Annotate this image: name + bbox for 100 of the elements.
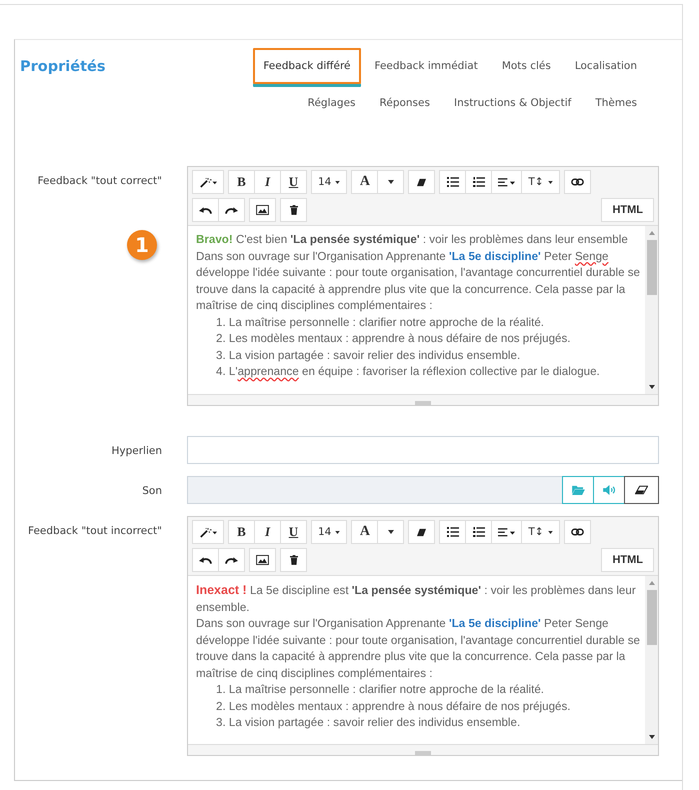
clear-format-button[interactable] [408, 520, 436, 544]
caret-icon [548, 180, 553, 184]
underline-button[interactable]: U [280, 520, 307, 544]
numbered-list-icon [472, 177, 485, 187]
caret-icon [548, 530, 553, 534]
editor-paragraph: Bravo! C'est bien 'La pensée systémique' : voir les problèmes dans leur ensemble [196, 232, 629, 248]
caret-icon [388, 180, 394, 184]
delete-button[interactable] [280, 198, 307, 222]
wand-icon [199, 526, 217, 538]
field-label: Hyperlien [110, 444, 162, 459]
list-item: 3. La vision partagée : savoir relier des individus ensemble. [215, 348, 522, 364]
editor-paragraph: Inexact ! La 5e discipline est 'La pensée systémique' : voir les problèmes dans leur ensemble. [196, 582, 637, 616]
scrollbar[interactable] [645, 226, 658, 394]
numbered-list-button[interactable] [465, 170, 492, 194]
link-icon [570, 178, 584, 186]
rich-text-editor[interactable] [187, 516, 659, 756]
resize-handle[interactable] [188, 394, 658, 405]
caret-icon [335, 180, 340, 184]
speaker-icon [602, 485, 616, 495]
undo-icon [199, 206, 212, 214]
color-menu-button[interactable] [377, 170, 404, 194]
style-button[interactable] [192, 170, 224, 194]
font-color-button[interactable]: A [351, 520, 378, 544]
align-button[interactable] [491, 520, 522, 544]
bold-button[interactable]: B [228, 520, 255, 544]
wand-icon [199, 176, 217, 188]
bullet-list-button[interactable] [439, 520, 466, 544]
italic-button[interactable]: I [254, 170, 281, 194]
caret-icon [388, 530, 394, 534]
line-height-button[interactable]: T↕ [521, 520, 560, 544]
list-item: 2. Les modèles mentaux : apprendre à nous défaire de nos préjugés. [215, 698, 572, 714]
rich-text-editor[interactable] [187, 166, 659, 406]
caret-icon [335, 530, 340, 534]
editor-paragraph: Dans son ouvrage sur l'Organisation Apprenante 'La 5e discipline' Peter Senge développe l'idée suivante : pour toute organisation, l'avantage concurrentiel durable se trouve dans la capacité à apprendre plus vite que la concurrence. Cela passe par la maîtrise de cinq disciplines complémentaires : [196, 248, 641, 314]
undo-button[interactable] [192, 198, 219, 222]
undo-button[interactable] [192, 548, 219, 572]
link-button[interactable] [564, 520, 591, 544]
picture-icon [256, 205, 269, 215]
redo-icon [225, 206, 238, 214]
eraser-icon [635, 485, 648, 495]
bullet-list-button[interactable] [439, 170, 466, 194]
panel-title: Propriétés [20, 58, 106, 76]
align-icon [498, 178, 516, 186]
redo-button[interactable] [218, 198, 245, 222]
italic-button[interactable]: I [254, 520, 281, 544]
html-button[interactable]: HTML [601, 198, 654, 222]
trash-icon [290, 205, 298, 215]
tab[interactable]: Réponses [370, 85, 440, 121]
redo-icon [225, 556, 238, 564]
eraser-icon [416, 178, 428, 186]
tab[interactable]: Localisation [564, 48, 647, 84]
editor-paragraph: Dans son ouvrage sur l'Organisation Apprenante 'La 5e discipline' Peter Senge développe l'idée suivante : pour toute organisation, l'avantage concurrentiel durable se trouve dans la capacité à apprendre plus vite que la concurrence. Cela passe par la maîtrise de cinq disciplines complémentaires : [196, 616, 641, 682]
font-size-button[interactable]: 14 [311, 520, 348, 544]
bullet-list-icon [446, 177, 459, 187]
eraser-icon [416, 528, 428, 536]
list-item: 1. La maîtrise personnelle : clarifier notre approche de la réalité. [215, 314, 546, 330]
step-badge: 1 [127, 230, 157, 260]
tab[interactable]: Instructions & Objectif [444, 85, 582, 121]
clear-format-button[interactable] [408, 170, 436, 194]
tab[interactable]: Mots clés [492, 48, 561, 84]
list-item: 1. La maîtrise personnelle : clarifier notre approche de la réalité. [215, 682, 546, 698]
sound-field[interactable] [187, 476, 563, 504]
color-menu-button[interactable] [377, 520, 404, 544]
trash-icon [290, 555, 298, 565]
list-item: 3. La vision partagée : savoir relier des individus ensemble. [215, 715, 522, 731]
link-icon [570, 528, 584, 536]
play-button[interactable] [593, 476, 625, 504]
font-color-button[interactable]: A [351, 170, 378, 194]
link-button[interactable] [564, 170, 591, 194]
field-label: Son [141, 484, 162, 499]
hyperlink-field[interactable] [187, 436, 659, 464]
tab[interactable]: Feedback différé [253, 48, 360, 84]
redo-button[interactable] [218, 548, 245, 572]
tab[interactable]: Thèmes [585, 85, 647, 121]
align-icon [498, 528, 516, 536]
image-button[interactable] [249, 198, 276, 222]
resize-handle[interactable] [188, 744, 658, 755]
numbered-list-icon [472, 527, 485, 537]
tab[interactable]: Réglages [298, 85, 366, 121]
field-label: Feedback "tout correct" [36, 174, 162, 189]
font-size-button[interactable]: 14 [311, 170, 348, 194]
image-button[interactable] [249, 548, 276, 572]
folder-icon [572, 485, 584, 495]
list-item: 4. L'apprenance en équipe : favoriser la réflexion collective par le dialogue. [215, 364, 601, 380]
field-label: Feedback "tout incorrect" [27, 524, 162, 539]
numbered-list-button[interactable] [465, 520, 492, 544]
underline-button[interactable]: U [280, 170, 307, 194]
style-button[interactable] [192, 520, 224, 544]
html-button[interactable]: HTML [601, 548, 654, 572]
delete-button[interactable] [280, 548, 307, 572]
tab[interactable]: Feedback immédiat [364, 48, 488, 84]
list-item: 2. Les modèles mentaux : apprendre à nous défaire de nos préjugés. [215, 331, 572, 347]
scrollbar[interactable] [645, 576, 658, 744]
bold-button[interactable]: B [228, 170, 255, 194]
undo-icon [199, 556, 212, 564]
bullet-list-icon [446, 527, 459, 537]
picture-icon [256, 555, 269, 565]
align-button[interactable] [491, 170, 522, 194]
line-height-button[interactable]: T↕ [521, 170, 560, 194]
clear-button[interactable] [624, 476, 659, 504]
